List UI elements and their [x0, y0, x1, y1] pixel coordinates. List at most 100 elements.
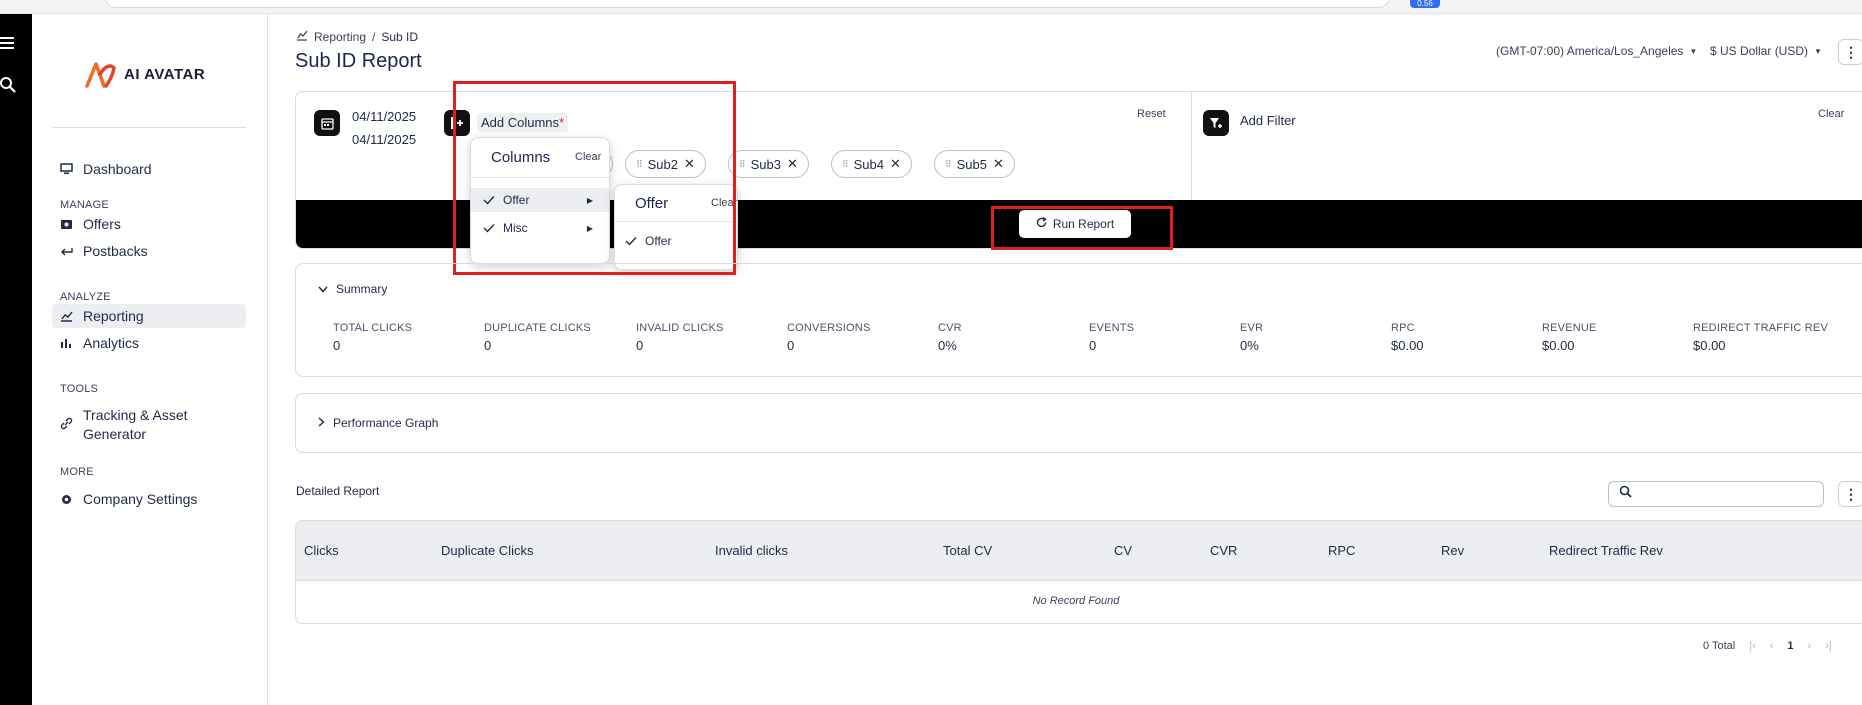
column-header[interactable]: Total CV: [943, 543, 992, 558]
date-start[interactable]: 04/11/2025: [352, 109, 416, 124]
monitor-icon: [60, 163, 73, 176]
currency-select[interactable]: $ US Dollar (USD) ▼: [1710, 44, 1822, 58]
drag-handle-icon[interactable]: ⠿: [636, 159, 643, 170]
stat-label: RPC: [1391, 322, 1415, 334]
check-icon: [625, 236, 639, 246]
performance-graph-title: Performance Graph: [333, 416, 439, 430]
top-strip: 0.56: [0, 0, 1862, 14]
stat-cvr: CVR 0%: [938, 322, 962, 353]
date-end[interactable]: 04/11/2025: [352, 132, 416, 147]
kebab-icon: ⋮: [1844, 485, 1858, 502]
close-icon[interactable]: ✕: [787, 156, 798, 172]
column-header[interactable]: Redirect Traffic Rev: [1549, 543, 1663, 558]
close-icon[interactable]: ✕: [993, 156, 1004, 172]
builder-divider: [1191, 92, 1192, 200]
breadcrumb-parent[interactable]: Reporting: [314, 30, 366, 44]
sidebar-item-analytics[interactable]: Analytics: [52, 331, 246, 355]
sidebar: AI AVATAR Dashboard MANAGE Offers Postba…: [32, 14, 268, 705]
stat-label: DUPLICATE CLICKS: [484, 322, 591, 334]
stat-revenue: REVENUE $0.00: [1542, 322, 1597, 353]
drag-handle-icon[interactable]: ⠿: [842, 159, 849, 170]
sidebar-item-company-settings[interactable]: Company Settings: [52, 487, 246, 511]
performance-graph-toggle[interactable]: Performance Graph: [318, 416, 438, 430]
drag-handle-icon[interactable]: ⠿: [739, 159, 746, 170]
sidebar-item-label-group: Tracking & Asset Generator: [83, 406, 188, 444]
dropdown-divider: [471, 177, 609, 178]
sidebar-item-tracking-generator[interactable]: Tracking & Asset Generator: [52, 406, 246, 446]
sidebar-item-dashboard[interactable]: Dashboard: [52, 157, 246, 181]
column-chip-sub3[interactable]: ⠿ Sub3 ✕: [728, 150, 809, 178]
last-page-icon[interactable]: ›|: [1825, 640, 1832, 652]
close-icon[interactable]: ✕: [684, 156, 695, 172]
close-icon[interactable]: ✕: [890, 156, 901, 172]
timezone-select[interactable]: (GMT-07:00) America/Los_Angeles ▼: [1496, 44, 1697, 58]
sidebar-divider: [52, 127, 246, 128]
reset-button[interactable]: Reset: [1137, 108, 1166, 120]
left-rail: [0, 14, 32, 705]
column-header[interactable]: Duplicate Clicks: [441, 543, 533, 558]
column-chip-sub5[interactable]: ⠿ Sub5 ✕: [934, 150, 1015, 178]
current-page[interactable]: 1: [1787, 640, 1793, 652]
section-label-more: MORE: [60, 466, 94, 478]
stat-rpc: RPC $0.00: [1391, 322, 1424, 353]
add-filter-button[interactable]: Add Filter: [1240, 113, 1296, 128]
offer-clear-button[interactable]: Clear: [711, 197, 737, 209]
chevron-down-icon: [318, 282, 328, 296]
table-more-button[interactable]: ⋮: [1838, 481, 1862, 507]
header-more-button[interactable]: ⋮: [1838, 39, 1862, 65]
detailed-report-title: Detailed Report: [296, 484, 380, 498]
dropdown-divider: [615, 221, 737, 222]
pagination: 0 Total |‹ ‹ 1 › ›|: [1703, 640, 1832, 652]
stat-total-clicks: TOTAL CLICKS 0: [333, 322, 412, 353]
sidebar-item-offers[interactable]: Offers: [52, 212, 246, 236]
column-header[interactable]: CVR: [1210, 543, 1237, 558]
add-filter-icon[interactable]: [1203, 110, 1229, 136]
chip-label: Sub2: [647, 156, 678, 172]
top-search-bar[interactable]: [105, 0, 1390, 8]
detailed-report-table: Clicks Duplicate Clicks Invalid clicks T…: [295, 520, 1862, 624]
filter-clear-button[interactable]: Clear: [1818, 108, 1844, 120]
add-columns-icon[interactable]: [444, 110, 470, 136]
column-chip-sub4[interactable]: ⠿ Sub4 ✕: [831, 150, 912, 178]
columns-item-offer[interactable]: Offer ▶: [471, 188, 609, 212]
stat-duplicate-clicks: DUPLICATE CLICKS 0: [484, 322, 591, 353]
check-icon: [483, 223, 497, 233]
add-columns-button[interactable]: Add Columns*: [477, 113, 569, 132]
postback-arrow-icon: [60, 245, 73, 258]
chip-label: Sub4: [853, 156, 884, 172]
search-icon[interactable]: [0, 76, 18, 94]
stat-value: $0.00: [1542, 338, 1575, 353]
drag-handle-icon[interactable]: ⠿: [945, 159, 952, 170]
columns-clear-button[interactable]: Clear: [575, 151, 601, 163]
column-header[interactable]: Clicks: [304, 543, 339, 558]
stat-label: TOTAL CLICKS: [333, 322, 413, 334]
column-header[interactable]: Invalid clicks: [715, 543, 788, 558]
first-page-icon[interactable]: |‹: [1749, 640, 1756, 652]
caret-right-icon: ▶: [586, 223, 593, 233]
gear-icon: [60, 493, 73, 506]
sidebar-item-reporting[interactable]: Reporting: [52, 304, 246, 328]
caret-right-icon: ▶: [586, 195, 593, 205]
hamburger-menu-icon[interactable]: [0, 34, 18, 52]
stat-conversions: CONVERSIONS 0: [787, 322, 871, 353]
search-input[interactable]: [1638, 487, 1808, 501]
sidebar-item-postbacks[interactable]: Postbacks: [52, 239, 246, 263]
summary-toggle[interactable]: Summary: [318, 282, 387, 296]
offer-submenu-item-label: Offer: [645, 234, 672, 248]
logo-text: AI AVATAR: [124, 65, 206, 83]
offer-submenu-item-offer[interactable]: Offer: [615, 229, 737, 253]
summary-card: Summary TOTAL CLICKS 0 DUPLICATE CLICKS 0 …: [295, 263, 1862, 377]
column-header[interactable]: RPC: [1328, 543, 1355, 558]
calendar-icon[interactable]: [314, 110, 340, 136]
column-header[interactable]: Rev: [1441, 543, 1464, 558]
columns-item-misc[interactable]: Misc ▶: [471, 216, 609, 240]
logo: AI AVATAR: [84, 54, 205, 94]
column-chip-sub2[interactable]: ⠿ Sub2 ✕: [625, 150, 706, 178]
stat-invalid-clicks: INVALID CLICKS 0: [636, 322, 724, 353]
column-header[interactable]: CV: [1114, 543, 1132, 558]
next-page-icon[interactable]: ›: [1808, 640, 1812, 652]
prev-page-icon[interactable]: ‹: [1770, 640, 1774, 652]
detailed-search[interactable]: [1608, 481, 1824, 507]
stat-events: EVENTS 0: [1089, 322, 1134, 353]
run-report-button[interactable]: Run Report: [1019, 210, 1131, 238]
